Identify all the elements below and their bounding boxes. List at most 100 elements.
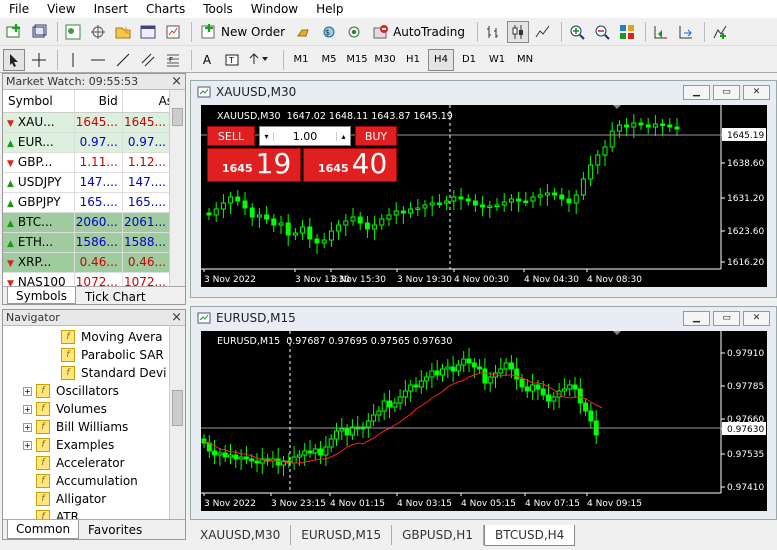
volume-stepper[interactable]: ▾ 1.00 ▴	[259, 126, 351, 146]
profiles-icon[interactable]	[28, 21, 50, 43]
sell-price-button[interactable]: 1645 19	[207, 148, 301, 182]
symbol-cell[interactable]: ▼ XRP...	[3, 252, 75, 273]
increase-volume-icon[interactable]: ▴	[336, 131, 350, 141]
tab-common[interactable]: Common	[7, 520, 80, 539]
volume-value[interactable]: 1.00	[293, 130, 318, 143]
vertical-line-icon[interactable]	[62, 49, 84, 71]
autotrading-button[interactable]: AutoTrading	[368, 21, 469, 43]
navigator-item[interactable]: + f Volumes	[3, 400, 185, 418]
expand-icon[interactable]: +	[23, 404, 32, 414]
scroll-thumb[interactable]	[172, 390, 183, 426]
expand-icon[interactable]: +	[23, 440, 32, 450]
maximize-button[interactable]: ▭	[713, 310, 740, 326]
close-button[interactable]: ✕	[743, 84, 770, 100]
buy-button[interactable]: BUY	[355, 126, 397, 146]
expand-icon[interactable]: +	[23, 422, 32, 432]
menu-tools[interactable]: Tools	[194, 2, 242, 16]
symbol-cell[interactable]: ▲ GBPJPY	[3, 192, 75, 213]
navigator-item[interactable]: f Moving Avera	[3, 328, 185, 346]
chart-shift-icon[interactable]	[675, 21, 697, 43]
zoom-out-icon[interactable]	[591, 21, 613, 43]
table-row[interactable]: ▼ NAS100 1072... 1072...	[3, 272, 185, 286]
chart-area[interactable]: 0.97910 0.97785 0.97660 0.97630 0.97535 0.974…	[201, 331, 767, 511]
sell-button[interactable]: SELL	[207, 126, 255, 146]
close-button[interactable]: ✕	[743, 310, 770, 326]
crosshair-icon[interactable]	[28, 49, 50, 71]
chart-tab[interactable]: EURUSD,M15	[291, 525, 393, 545]
bar-chart-icon[interactable]	[482, 21, 504, 43]
navigator-item[interactable]: f Parabolic SAR	[3, 346, 185, 364]
navigator-item[interactable]: f ATR	[3, 508, 185, 519]
timeframe-m30[interactable]: M30	[372, 49, 398, 71]
tab-symbols[interactable]: Symbols	[7, 287, 76, 304]
navigator-scrollbar[interactable]	[169, 326, 185, 519]
tab-favorites[interactable]: Favorites	[79, 520, 151, 539]
minimize-button[interactable]: ▁	[683, 84, 710, 100]
col-header-symbol[interactable]: Symbol	[3, 90, 75, 113]
menu-insert[interactable]: Insert	[85, 2, 137, 16]
trendline-icon[interactable]	[112, 49, 134, 71]
decrease-volume-icon[interactable]: ▾	[260, 131, 274, 141]
timeframe-mn[interactable]: MN	[512, 49, 538, 71]
menu-file[interactable]: File	[0, 2, 38, 16]
timeframe-d1[interactable]: D1	[456, 49, 482, 71]
chart-area[interactable]: 1645.19 1638.60 1631.20 1623.60 1616.20 3 Nov…	[201, 105, 767, 287]
strategy-tester-icon[interactable]	[162, 21, 184, 43]
equidistant-channel-icon[interactable]	[137, 49, 159, 71]
horizontal-line-icon[interactable]	[87, 49, 109, 71]
table-row[interactable]: ▲ USDJPY 147.... 147....	[3, 172, 185, 193]
buy-price-button[interactable]: 1645 40	[303, 148, 397, 182]
market-watch-icon[interactable]	[62, 21, 84, 43]
chart-tab[interactable]: XAUUSD,M30	[190, 525, 292, 545]
timeframe-h1[interactable]: H1	[400, 49, 426, 71]
symbol-cell[interactable]: ▼ XAU...	[3, 112, 75, 133]
new-order-button[interactable]: New Order	[196, 21, 289, 43]
timeframe-m15[interactable]: M15	[344, 49, 370, 71]
new-chart-icon[interactable]	[3, 21, 25, 43]
text-label-icon[interactable]: T	[221, 49, 243, 71]
table-row[interactable]: ▲ BTC... 2060... 2061...	[3, 212, 185, 233]
timeframe-m5[interactable]: M5	[316, 49, 342, 71]
fibonacci-icon[interactable]: F	[162, 49, 184, 71]
chart-tab[interactable]: GBPUSD,H1	[392, 525, 484, 545]
tab-tick-chart[interactable]: Tick Chart	[76, 287, 155, 304]
timeframe-m1[interactable]: M1	[288, 49, 314, 71]
line-chart-icon[interactable]	[532, 21, 554, 43]
symbol-cell[interactable]: ▼ GBP...	[3, 152, 75, 173]
symbol-cell[interactable]: ▲ USDJPY	[3, 172, 75, 193]
navigator-item[interactable]: + f Bill Williams	[3, 418, 185, 436]
terminal-icon[interactable]	[137, 21, 159, 43]
gold-bars-icon[interactable]	[293, 21, 315, 43]
crosshair-nav-icon[interactable]	[87, 21, 109, 43]
table-row[interactable]: ▲ EUR... 0.97... 0.97...	[3, 132, 185, 153]
symbol-cell[interactable]: ▲ ETH...	[3, 232, 75, 253]
navigator-item[interactable]: f Alligator	[3, 490, 185, 508]
market-watch-scrollbar[interactable]	[169, 90, 185, 286]
table-row[interactable]: ▲ GBPJPY 165.... 165....	[3, 192, 185, 213]
autoscroll-icon[interactable]	[650, 21, 672, 43]
candlestick-icon[interactable]	[506, 20, 529, 43]
chart-tab[interactable]: BTCUSD,H4	[483, 525, 576, 546]
table-row[interactable]: ▼ XRP... 0.46... 0.46...	[3, 252, 185, 273]
cursor-icon[interactable]	[3, 48, 25, 71]
scroll-thumb[interactable]	[172, 108, 183, 126]
table-row[interactable]: ▼ GBP... 1.11... 1.12...	[3, 152, 185, 173]
radio-signal-icon[interactable]	[343, 21, 365, 43]
timeframe-w1[interactable]: W1	[484, 49, 510, 71]
menu-charts[interactable]: Charts	[137, 2, 194, 16]
col-header-bid[interactable]: Bid	[74, 90, 123, 113]
symbol-cell[interactable]: ▼ NAS100	[3, 272, 75, 286]
navigator-icon[interactable]	[112, 21, 134, 43]
table-row[interactable]: ▼ XAU... 1645... 1645...	[3, 112, 185, 133]
close-icon[interactable]: ×	[171, 310, 182, 325]
menu-help[interactable]: Help	[307, 2, 352, 16]
text-tool-icon[interactable]: A	[196, 49, 218, 71]
arrows-menu-icon[interactable]	[246, 49, 276, 71]
symbol-cell[interactable]: ▲ BTC...	[3, 212, 75, 233]
navigator-item[interactable]: f Standard Devi	[3, 364, 185, 382]
zoom-in-icon[interactable]	[566, 21, 588, 43]
menu-window[interactable]: Window	[242, 2, 307, 16]
minimize-button[interactable]: ▁	[683, 310, 710, 326]
expand-icon[interactable]: +	[23, 386, 32, 396]
symbol-cell[interactable]: ▲ EUR...	[3, 132, 75, 153]
